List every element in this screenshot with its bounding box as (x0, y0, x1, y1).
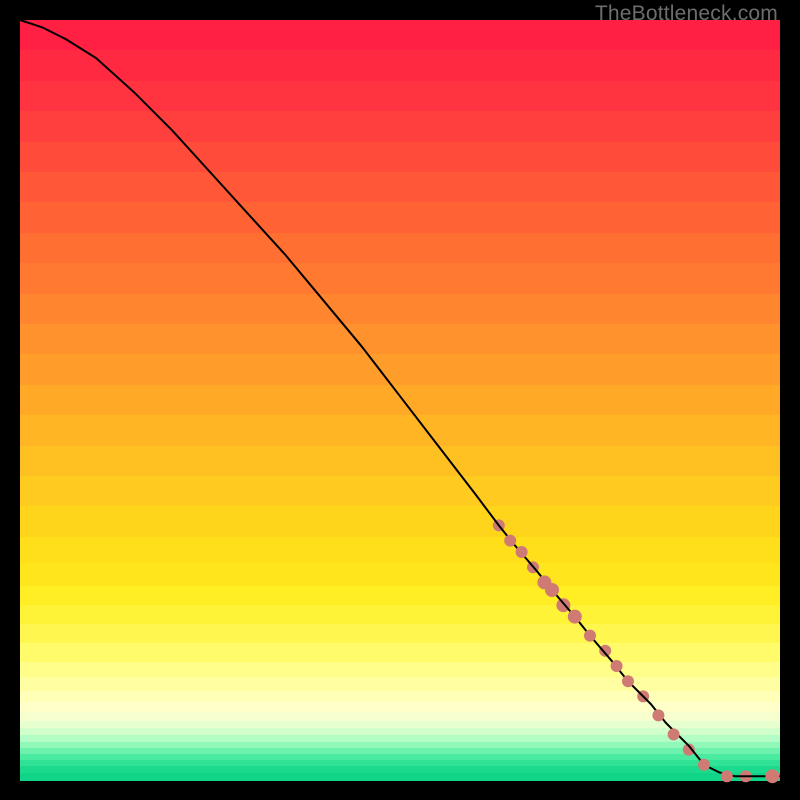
data-marker (721, 770, 733, 782)
data-marker (668, 728, 680, 740)
data-marker (652, 709, 664, 721)
data-marker (545, 583, 559, 597)
data-marker (599, 645, 611, 657)
chart-frame: TheBottleneck.com (0, 0, 800, 800)
data-marker (622, 675, 634, 687)
data-marker (516, 546, 528, 558)
data-marker (568, 610, 582, 624)
data-marker (504, 535, 516, 547)
main-curve (20, 20, 780, 776)
watermark-text: TheBottleneck.com (595, 2, 778, 26)
data-marker (698, 759, 710, 771)
marker-layer-under (493, 519, 752, 782)
marker-layer-over (504, 535, 779, 784)
chart-svg (20, 20, 780, 780)
data-marker (765, 769, 779, 783)
data-marker (611, 660, 623, 672)
data-marker (584, 630, 596, 642)
